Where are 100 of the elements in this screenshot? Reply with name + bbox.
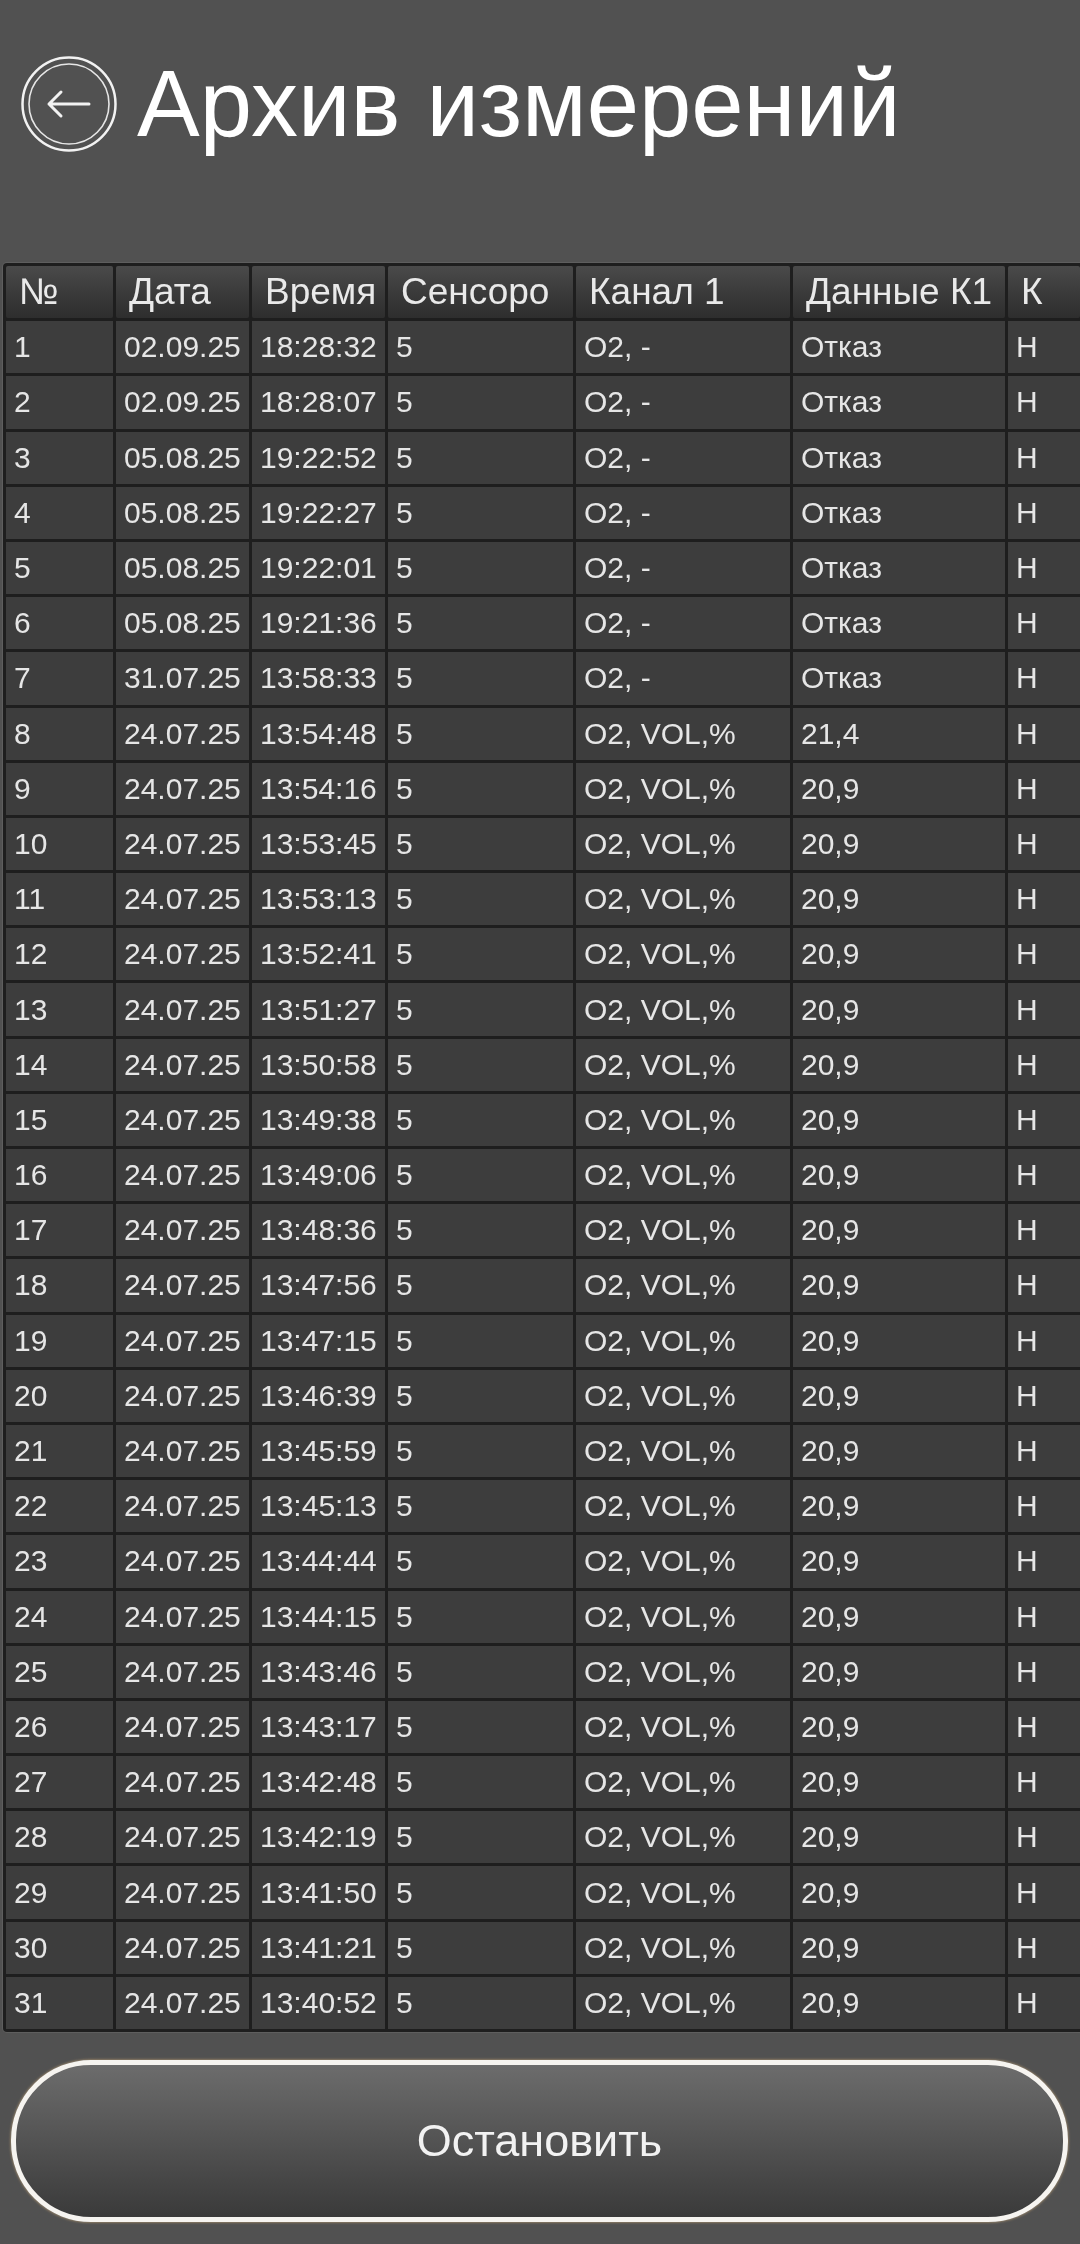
table-cell: H — [1008, 1700, 1080, 1754]
table-cell: O2, - — [576, 431, 790, 484]
table-cell: 5 — [388, 1645, 573, 1698]
table-cell: H — [1008, 1204, 1080, 1257]
table-cell: 24.07.25 — [116, 1811, 249, 1864]
table-cell: H — [1008, 431, 1080, 484]
table-cell: 5 — [388, 321, 573, 374]
table-cell: 13:43:46 — [252, 1645, 385, 1698]
page-title: Архив измерений — [137, 49, 901, 158]
table-cell: 29 — [6, 1866, 113, 1919]
column-header: Дата — [116, 266, 249, 319]
table-cell: 20,9 — [793, 1921, 1005, 1974]
table-cell: 5 — [388, 1976, 573, 2029]
table-cell: 1 — [6, 321, 113, 374]
table-cell: Отказ — [793, 597, 1005, 650]
table-cell: 20 — [6, 1369, 113, 1422]
table-cell: O2, VOL,% — [576, 1756, 790, 1809]
table-cell: O2, VOL,% — [576, 1204, 790, 1257]
table-cell: O2, - — [576, 597, 790, 650]
table-cell: 20,9 — [793, 1480, 1005, 1533]
table-cell: 15 — [6, 1093, 113, 1146]
table-cell: H — [1008, 1645, 1080, 1698]
table-cell: H — [1008, 928, 1080, 981]
table-cell: 20,9 — [793, 1535, 1005, 1588]
table-cell: O2, - — [576, 376, 790, 429]
table-cell: 5 — [388, 1756, 573, 1809]
table-cell: 26 — [6, 1700, 113, 1754]
table-cell: 5 — [388, 541, 573, 595]
table-cell: 20,9 — [793, 1590, 1005, 1643]
table-cell: 24.07.25 — [116, 1535, 249, 1588]
table-cell: 13 — [6, 983, 113, 1036]
table-cell: O2, VOL,% — [576, 1921, 790, 1974]
table-cell: 11 — [6, 873, 113, 926]
table-cell: 27 — [6, 1756, 113, 1809]
table-cell: 5 — [388, 1921, 573, 1974]
table-cell: 20,9 — [793, 1093, 1005, 1146]
table-cell: 6 — [6, 597, 113, 650]
table-cell: 3 — [6, 431, 113, 484]
table-cell: 21,4 — [793, 707, 1005, 760]
table-cell: 5 — [388, 1480, 573, 1533]
table-cell: 5 — [388, 1866, 573, 1919]
table-cell: 24.07.25 — [116, 1093, 249, 1146]
table-cell: 13:54:48 — [252, 707, 385, 760]
table-cell: O2, VOL,% — [576, 1424, 790, 1478]
table-cell: H — [1008, 1480, 1080, 1533]
table-cell: 28 — [6, 1811, 113, 1864]
table-cell: 20,9 — [793, 762, 1005, 815]
table-cell: Отказ — [793, 321, 1005, 374]
table-cell: Отказ — [793, 652, 1005, 705]
table-cell: 13:47:56 — [252, 1259, 385, 1312]
table-cell: 13:54:16 — [252, 762, 385, 815]
table-cell: O2, VOL,% — [576, 1700, 790, 1754]
table-cell: 18:28:32 — [252, 321, 385, 374]
table-cell: H — [1008, 321, 1080, 374]
column-header: К — [1008, 266, 1080, 319]
table-cell: 12 — [6, 928, 113, 981]
table-cell: 24.07.25 — [116, 817, 249, 871]
table-cell: 8 — [6, 707, 113, 760]
table-cell: 05.08.25 — [116, 541, 249, 595]
table-cell: 24.07.25 — [116, 1424, 249, 1478]
table-cell: 20,9 — [793, 1038, 1005, 1091]
table-cell: 20,9 — [793, 1314, 1005, 1367]
table-cell: 19:22:27 — [252, 486, 385, 539]
table-cell: 5 — [388, 1149, 573, 1202]
table-cell: 02.09.25 — [116, 376, 249, 429]
table-cell: O2, VOL,% — [576, 817, 790, 871]
table-cell: 13:45:13 — [252, 1480, 385, 1533]
column-header: Сенсоро — [388, 266, 573, 319]
table-cell: 20,9 — [793, 983, 1005, 1036]
table-cell: 05.08.25 — [116, 597, 249, 650]
table-cell: 20,9 — [793, 1756, 1005, 1809]
table-cell: 4 — [6, 486, 113, 539]
table-cell: 19:22:52 — [252, 431, 385, 484]
table-cell: 9 — [6, 762, 113, 815]
table-cell: 5 — [388, 928, 573, 981]
table-cell: 19:21:36 — [252, 597, 385, 650]
table-cell: O2, VOL,% — [576, 1038, 790, 1091]
table-cell: 19:22:01 — [252, 541, 385, 595]
table-cell: 20,9 — [793, 1700, 1005, 1754]
table-cell: 24.07.25 — [116, 1314, 249, 1367]
table-cell: 20,9 — [793, 1369, 1005, 1422]
back-button[interactable] — [21, 56, 117, 152]
table-cell: H — [1008, 1535, 1080, 1588]
table-cell: 13:52:41 — [252, 928, 385, 981]
table-cell: 14 — [6, 1038, 113, 1091]
table-cell: 16 — [6, 1149, 113, 1202]
table-cell: 13:49:38 — [252, 1093, 385, 1146]
table-cell: 5 — [388, 707, 573, 760]
table-cell: 5 — [388, 1093, 573, 1146]
stop-button[interactable]: Остановить — [11, 2060, 1068, 2222]
table-cell: 5 — [388, 817, 573, 871]
table-cell: 20,9 — [793, 1976, 1005, 2029]
column-header: Данные К1 — [793, 266, 1005, 319]
table-cell: 20,9 — [793, 873, 1005, 926]
table-cell: H — [1008, 1976, 1080, 2029]
column-header: № — [6, 266, 113, 319]
table-cell: 5 — [388, 431, 573, 484]
table-cell: 24.07.25 — [116, 1369, 249, 1422]
table-cell: 18 — [6, 1259, 113, 1312]
table-cell: 5 — [388, 1259, 573, 1312]
